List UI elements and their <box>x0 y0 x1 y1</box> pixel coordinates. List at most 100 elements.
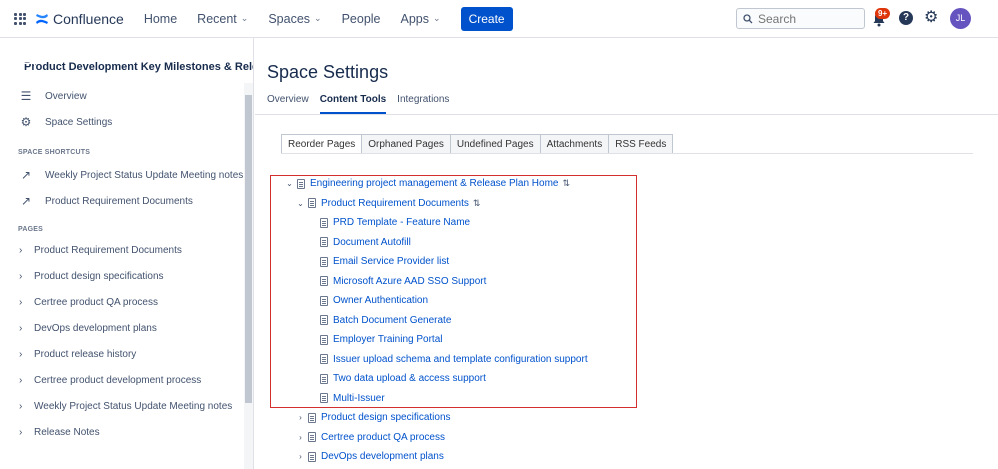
subtab-rss-feeds[interactable]: RSS Feeds <box>608 134 674 153</box>
space-title: Product Development Key Milestones & Rel… <box>24 61 254 73</box>
tree-leaf[interactable]: Email Service Provider list <box>285 252 588 272</box>
nav-recent[interactable]: Recent ⌄ <box>197 12 248 26</box>
page-item[interactable]: › Product design specifications <box>0 263 253 289</box>
tree-label[interactable]: Batch Document Generate <box>333 315 451 326</box>
tab-overview[interactable]: Overview <box>267 94 309 114</box>
chevron-down-icon: ⌄ <box>433 13 441 23</box>
chevron-right-icon[interactable]: › <box>19 323 27 334</box>
tree-child[interactable]: ⌄ Product Requirement Documents ⇅ <box>285 194 588 214</box>
scrollbar-thumb[interactable] <box>245 95 252 403</box>
page-label: Product release history <box>34 348 137 360</box>
tree-label[interactable]: Product Requirement Documents <box>321 198 469 209</box>
sort-az-icon[interactable]: ⇅ <box>562 178 570 189</box>
nav-people[interactable]: People <box>342 12 381 26</box>
tree-leaf[interactable]: Issuer upload schema and template config… <box>285 350 588 370</box>
tree-label[interactable]: Owner Authentication <box>333 295 428 306</box>
chevron-right-icon[interactable]: › <box>296 433 305 442</box>
tree-label[interactable]: Document Autofill <box>333 237 411 248</box>
chevron-right-icon[interactable]: › <box>19 271 27 282</box>
tree-label[interactable]: Issuer upload schema and template config… <box>333 354 588 365</box>
nav-recent-label: Recent <box>197 11 237 26</box>
settings-gear-icon[interactable]: ⚙ <box>924 10 938 26</box>
sort-az-icon[interactable]: ⇅ <box>473 198 481 209</box>
tree-leaf[interactable]: Employer Training Portal <box>285 330 588 350</box>
tree-label[interactable]: Microsoft Azure AAD SSO Support <box>333 276 486 287</box>
tab-integrations[interactable]: Integrations <box>397 94 449 114</box>
tree-label[interactable]: Employer Training Portal <box>333 334 443 345</box>
page-item[interactable]: › Release Notes <box>0 419 253 445</box>
tree-leaf[interactable]: Owner Authentication <box>285 291 588 311</box>
page-item[interactable]: › Weekly Project Status Update Meeting no… <box>0 393 253 419</box>
subtab-orphaned-pages[interactable]: Orphaned Pages <box>361 134 451 153</box>
app-switcher-icon[interactable] <box>14 12 26 25</box>
nav-spaces[interactable]: Spaces ⌄ <box>268 12 321 26</box>
chevron-right-icon[interactable]: › <box>19 427 27 438</box>
subtab-attachments[interactable]: Attachments <box>539 134 610 153</box>
subtab-reorder-pages[interactable]: Reorder Pages <box>281 134 363 153</box>
shortcut-item[interactable]: ↗ Product Requirement Documents <box>0 188 253 214</box>
tree-label[interactable]: Multi-Issuer <box>333 393 385 404</box>
overview-icon: ☰ <box>20 89 32 103</box>
divider <box>255 114 998 115</box>
chevron-right-icon[interactable]: › <box>19 349 27 360</box>
create-button[interactable]: Create <box>460 6 513 31</box>
page-label: Certree product QA process <box>34 296 158 308</box>
page-icon <box>320 315 328 326</box>
home-page-icon <box>297 178 305 189</box>
page-icon <box>320 237 328 248</box>
tree-leaf[interactable]: Microsoft Azure AAD SSO Support <box>285 272 588 292</box>
tree-label[interactable]: Product design specifications <box>321 412 451 423</box>
shortcut-item[interactable]: ↗ Weekly Project Status Update Meeting n… <box>0 162 253 188</box>
sidebar-item-space-settings[interactable]: ⚙ Space Settings <box>0 109 253 135</box>
chevron-right-icon[interactable]: › <box>19 401 27 412</box>
chevron-down-icon[interactable]: ⌄ <box>296 199 305 208</box>
tree-leaf[interactable]: Two data upload & access support <box>285 369 588 389</box>
chevron-right-icon[interactable]: › <box>296 413 305 422</box>
settings-tabs: Overview Content Tools Integrations <box>267 94 449 114</box>
page-icon <box>308 412 316 423</box>
tree-root[interactable]: ⌄ Engineering project management & Relea… <box>285 174 588 194</box>
user-avatar[interactable]: JL <box>950 8 971 29</box>
tree-label[interactable]: Certree product QA process <box>321 432 445 443</box>
page-icon <box>320 295 328 306</box>
page-label: DevOps development plans <box>34 322 157 334</box>
tree-label[interactable]: Two data upload & access support <box>333 373 486 384</box>
tree-label[interactable]: Email Service Provider list <box>333 256 449 267</box>
search-box[interactable] <box>736 8 865 29</box>
tree-child[interactable]: › DevOps development plans <box>285 447 588 467</box>
tree-leaf[interactable]: PRD Template - Feature Name <box>285 213 588 233</box>
page-item[interactable]: › Certree product QA process <box>0 289 253 315</box>
external-link-icon: ↗ <box>20 168 32 182</box>
page-icon <box>308 451 316 462</box>
sidebar-item-overview[interactable]: ☰ Overview <box>0 83 253 109</box>
shortcut-label: Product Requirement Documents <box>45 195 193 207</box>
page-item[interactable]: › Product Requirement Documents <box>0 237 253 263</box>
nav-home[interactable]: Home <box>144 12 177 26</box>
space-header[interactable]: Product Development Key Milestones & Rel… <box>0 38 253 77</box>
chevron-down-icon: ⌄ <box>314 13 322 23</box>
help-icon[interactable]: ? <box>899 11 913 25</box>
chevron-down-icon[interactable]: ⌄ <box>285 179 294 188</box>
chevron-right-icon[interactable]: › <box>19 297 27 308</box>
search-input[interactable] <box>758 11 858 26</box>
page-item[interactable]: › DevOps development plans <box>0 315 253 341</box>
tree-label[interactable]: DevOps development plans <box>321 451 444 462</box>
chevron-down-icon: ⌄ <box>240 13 249 23</box>
tree-label[interactable]: Engineering project management & Release… <box>310 178 558 189</box>
subtab-undefined-pages[interactable]: Undefined Pages <box>449 134 541 153</box>
tree-child[interactable]: › Certree product QA process <box>285 428 588 448</box>
chevron-right-icon[interactable]: › <box>19 375 27 386</box>
nav-apps[interactable]: Apps ⌄ <box>401 12 441 26</box>
tree-label[interactable]: PRD Template - Feature Name <box>333 217 470 228</box>
tree-leaf[interactable]: Document Autofill <box>285 233 588 253</box>
tree-child[interactable]: › Product design specifications <box>285 408 588 428</box>
tree-leaf[interactable]: Multi-Issuer <box>285 389 588 409</box>
chevron-right-icon[interactable]: › <box>296 452 305 461</box>
confluence-logo[interactable]: Confluence <box>35 11 124 27</box>
page-item[interactable]: › Certree product development process <box>0 367 253 393</box>
tree-leaf[interactable]: Batch Document Generate <box>285 311 588 331</box>
chevron-right-icon[interactable]: › <box>19 245 27 256</box>
tab-content-tools[interactable]: Content Tools <box>319 94 387 114</box>
page-item[interactable]: › Product release history <box>0 341 253 367</box>
sidebar-scrollbar[interactable] <box>244 83 253 469</box>
